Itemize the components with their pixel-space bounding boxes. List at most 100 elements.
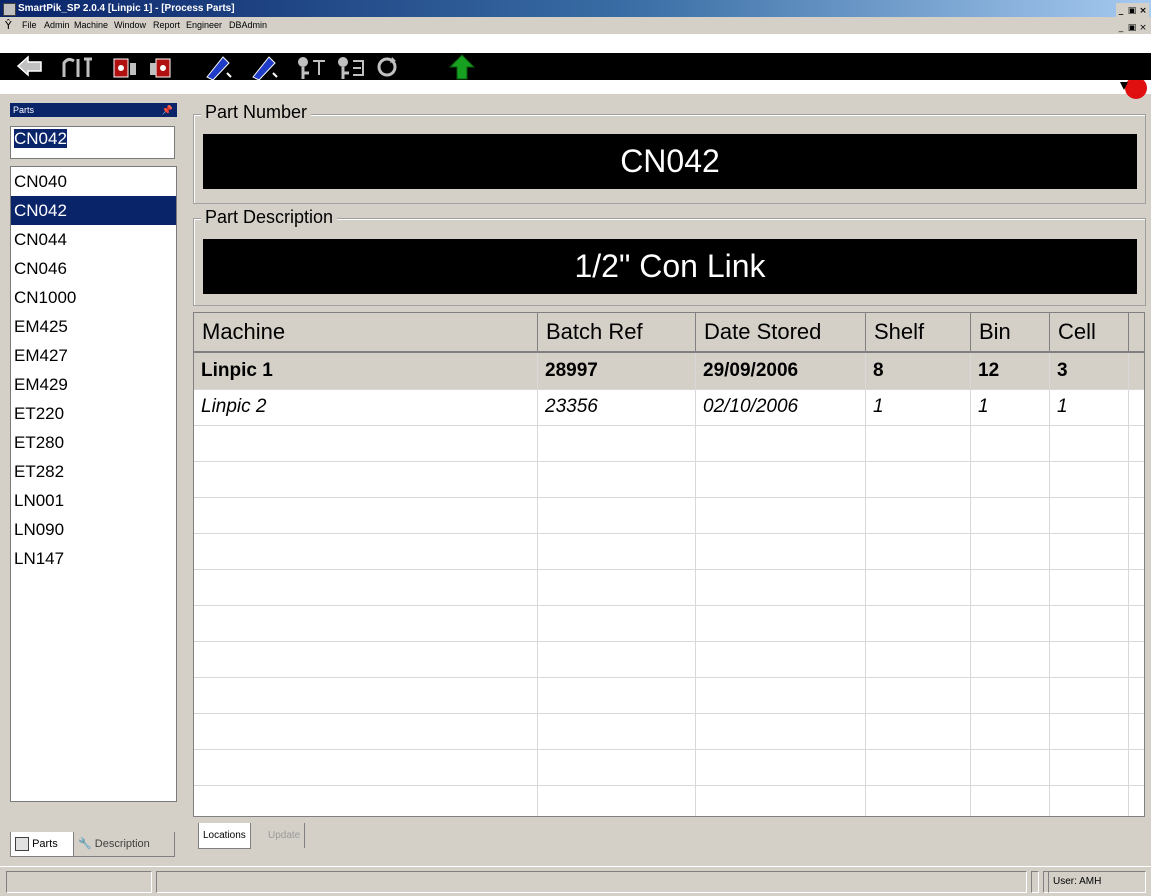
parts-tab-icon (15, 837, 29, 852)
empty-cell (538, 677, 696, 713)
lift-icon[interactable] (108, 53, 140, 80)
cell-shelf: 8 (866, 353, 971, 389)
empty-cell (866, 497, 971, 533)
pen-icon[interactable] (201, 53, 233, 80)
empty-table-row (194, 641, 1144, 678)
part-description-display: 1/2" Con Link (203, 239, 1137, 294)
tab-locations[interactable]: Locations (198, 823, 251, 849)
column-shelf[interactable]: Shelf (866, 313, 971, 351)
cell-batch-ref: 28997 (538, 353, 696, 389)
empty-cell (971, 569, 1050, 605)
part-item-em425[interactable]: EM425 (11, 312, 176, 341)
empty-cell (1050, 497, 1129, 533)
empty-cell (971, 785, 1050, 816)
title-bar[interactable]: SmartPik_SP 2.0.4 [Linpic 1] - [Process … (0, 0, 1151, 20)
part-item-em427[interactable]: EM427 (11, 341, 176, 370)
empty-cell (866, 749, 971, 785)
part-item-ln001[interactable]: LN001 (11, 486, 176, 515)
empty-cell (696, 569, 866, 605)
empty-cell (971, 461, 1050, 497)
empty-cell (971, 425, 1050, 461)
part-item-cn046[interactable]: CN046 (11, 254, 176, 283)
menu-admin[interactable]: Admin (44, 17, 70, 34)
empty-cell (1050, 605, 1129, 641)
empty-cell (971, 713, 1050, 749)
part-number-group: Part Number CN042 (193, 102, 1146, 204)
back-icon[interactable] (14, 53, 46, 80)
tab-parts[interactable]: Parts (10, 832, 77, 857)
parts-search-field[interactable]: CN042 (10, 126, 175, 159)
empty-cell (194, 569, 538, 605)
up-arrow-icon[interactable] (446, 53, 478, 80)
empty-cell (696, 749, 866, 785)
part-item-em429[interactable]: EM429 (11, 370, 176, 399)
status-panel-2 (156, 871, 1027, 893)
column-bin[interactable]: Bin (971, 313, 1050, 351)
parts-list[interactable]: CN040 CN042 CN044 CN046 CN1000 EM425 EM4… (10, 166, 177, 802)
menu-engineer[interactable]: Engineer (186, 17, 222, 34)
empty-cell (866, 677, 971, 713)
menu-machine[interactable]: Machine (74, 17, 108, 34)
pen-alt-icon[interactable] (247, 53, 279, 80)
column-date-stored[interactable]: Date Stored (696, 313, 866, 351)
cell-shelf: 1 (866, 389, 971, 425)
empty-cell (696, 497, 866, 533)
part-item-cn042[interactable]: CN042 (11, 196, 176, 225)
tab-parts-label: Parts (32, 838, 58, 850)
part-item-cn044[interactable]: CN044 (11, 225, 176, 254)
cell-cell: 1 (1050, 389, 1129, 425)
empty-cell (1050, 533, 1129, 569)
part-item-et280[interactable]: ET280 (11, 428, 176, 457)
empty-cell (538, 497, 696, 533)
empty-cell (1050, 677, 1129, 713)
part-item-et220[interactable]: ET220 (11, 399, 176, 428)
parts-search-input[interactable]: CN042 (14, 129, 67, 148)
column-machine[interactable]: Machine (194, 313, 538, 351)
lift-alt-icon[interactable] (146, 53, 178, 80)
empty-cell (194, 749, 538, 785)
part-item-ln090[interactable]: LN090 (11, 515, 176, 544)
menu-report[interactable]: Report (153, 17, 180, 34)
part-description-group: Part Description 1/2" Con Link (193, 207, 1146, 306)
part-item-ln147[interactable]: LN147 (11, 544, 176, 573)
empty-cell (538, 425, 696, 461)
key-icon[interactable] (293, 53, 325, 80)
menu-window[interactable]: Window (114, 17, 146, 34)
empty-cell (866, 605, 971, 641)
refresh-icon[interactable] (372, 53, 404, 80)
alert-icon[interactable] (1118, 77, 1150, 102)
locations-table[interactable]: Machine Batch Ref Date Stored Shelf Bin … (193, 312, 1145, 817)
table-row[interactable]: Linpic 1 28997 29/09/2006 8 12 3 (194, 353, 1144, 390)
status-user: User: AMH (1048, 871, 1146, 893)
part-item-cn1000[interactable]: CN1000 (11, 283, 176, 312)
empty-cell (538, 461, 696, 497)
empty-cell (696, 461, 866, 497)
window-title: SmartPik_SP 2.0.4 [Linpic 1] - [Process … (18, 3, 235, 14)
menu-dbadmin[interactable]: DBAdmin (229, 17, 267, 34)
part-item-et282[interactable]: ET282 (11, 457, 176, 486)
key-alt-icon[interactable] (333, 53, 365, 80)
empty-cell (1050, 749, 1129, 785)
empty-cell (538, 713, 696, 749)
cell-machine: Linpic 1 (194, 353, 538, 389)
empty-table-row (194, 749, 1144, 786)
table-row[interactable]: Linpic 2 23356 02/10/2006 1 1 1 (194, 389, 1144, 426)
cell-bin: 12 (971, 353, 1050, 389)
empty-table-row (194, 425, 1144, 462)
empty-cell (866, 533, 971, 569)
column-cell[interactable]: Cell (1050, 313, 1129, 351)
pin-icon[interactable]: 📌 (162, 103, 173, 117)
mdi-child-icon[interactable]: Ŷ (5, 17, 12, 34)
empty-cell (538, 749, 696, 785)
empty-cell (194, 425, 538, 461)
tab-update[interactable]: Update (264, 823, 306, 848)
menu-file[interactable]: File (22, 17, 37, 34)
empty-cell (971, 677, 1050, 713)
empty-cell (538, 785, 696, 816)
app-icon (3, 3, 16, 16)
part-item-cn040[interactable]: CN040 (11, 167, 176, 196)
tab-description[interactable]: 🔧 Description (73, 832, 175, 857)
empty-cell (1050, 641, 1129, 677)
column-batch-ref[interactable]: Batch Ref (538, 313, 696, 351)
tools-icon[interactable] (58, 53, 92, 80)
